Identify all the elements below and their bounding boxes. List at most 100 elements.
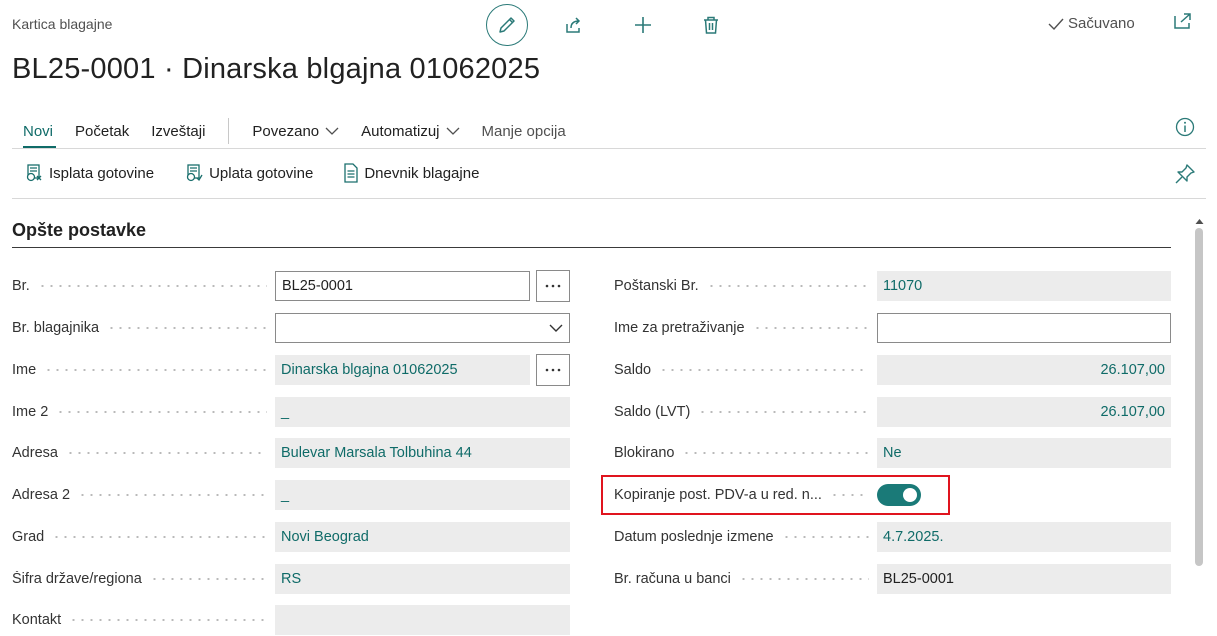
menu-reports[interactable]: Izveštaji: [140, 118, 216, 144]
cash-journal-button[interactable]: Dnevnik blagajne: [343, 163, 479, 183]
menu-home[interactable]: Početak: [64, 118, 140, 144]
leader-dots: [69, 619, 267, 621]
add-icon: [635, 17, 651, 33]
delete-button[interactable]: [690, 4, 732, 46]
field-row-last-modified: Datum poslednje izmene 4.7.2025.: [614, 521, 1171, 553]
bank-account-value[interactable]: BL25-0001: [877, 564, 1171, 594]
number-input[interactable]: BL25-0001: [275, 271, 530, 301]
address2-value[interactable]: _: [275, 480, 570, 510]
scrollbar-thumb[interactable]: [1195, 228, 1203, 566]
leader-dots: [682, 452, 869, 454]
country-code-value[interactable]: RS: [275, 564, 570, 594]
contact-value[interactable]: [275, 605, 570, 635]
caret-up-icon: [1195, 219, 1204, 224]
lookup-button[interactable]: [536, 354, 570, 386]
field-row-address2: Adresa 2 _: [12, 479, 570, 511]
cashier-select[interactable]: [275, 313, 570, 343]
cash-receipt-button[interactable]: Uplata gotovine: [184, 163, 313, 183]
field-label-text: Saldo (LVT): [614, 404, 691, 420]
share-button[interactable]: [553, 4, 595, 46]
last-modified-value[interactable]: 4.7.2025.: [877, 522, 1171, 552]
document-icon: [344, 163, 358, 183]
payment-icon: [26, 164, 42, 182]
field-label-text: Kontakt: [12, 612, 62, 628]
menu-fewer-options-label: Manje opcija: [481, 122, 566, 140]
field-label: Br.: [12, 278, 275, 294]
checkmark-icon: [1048, 18, 1064, 30]
leader-dots: [706, 285, 869, 287]
leader-dots: [52, 536, 267, 538]
field-label-text: Br. blagajnika: [12, 320, 100, 336]
field-label: Adresa: [12, 445, 275, 461]
page-title: BL25-0001 · Dinarska blgajna 01062025: [12, 53, 541, 85]
balance-value[interactable]: 26.107,00: [877, 355, 1171, 385]
field-label: Šifra države/regiona: [12, 571, 275, 587]
cash-journal-label: Dnevnik blagajne: [364, 164, 480, 182]
field-label-text: Br. računa u banci: [614, 571, 731, 587]
field-label-text: Ime za pretraživanje: [614, 320, 745, 336]
field-label: Ime za pretraživanje: [614, 320, 877, 336]
blocked-value[interactable]: Ne: [877, 438, 1171, 468]
field-label-text: Blokirano: [614, 445, 675, 461]
info-icon: [1175, 117, 1195, 137]
ellipsis-icon: [545, 284, 561, 288]
menu-new[interactable]: Novi: [12, 118, 64, 144]
name2-value[interactable]: _: [275, 397, 570, 427]
delete-icon: [704, 16, 718, 34]
field-label: Ime 2: [12, 404, 275, 420]
name-value[interactable]: Dinarska blgajna 01062025: [275, 355, 530, 385]
leader-dots: [698, 411, 869, 413]
menu-new-label: Novi: [23, 122, 54, 140]
postcode-value[interactable]: 11070: [877, 271, 1171, 301]
new-button[interactable]: [622, 4, 664, 46]
field-row-cashier-no: Br. blagajnika: [12, 312, 570, 344]
city-value[interactable]: Novi Beograd: [275, 522, 570, 552]
info-button[interactable]: [1175, 117, 1195, 142]
leader-dots: [56, 411, 267, 413]
field-row-br: Br. BL25-0001: [12, 270, 570, 302]
pin-button[interactable]: [1174, 163, 1196, 190]
menu-reports-label: Izveštaji: [151, 122, 206, 140]
highlight-box: [601, 475, 950, 515]
field-row-name2: Ime 2 _: [12, 396, 570, 428]
field-row-country: Šifra države/regiona RS: [12, 563, 570, 595]
menu-related[interactable]: Povezano: [241, 118, 350, 144]
field-row-blocked: Blokirano Ne: [614, 437, 1171, 469]
field-label-text: Adresa 2: [12, 487, 71, 503]
balance-lcy-value[interactable]: 26.107,00: [877, 397, 1171, 427]
field-label-text: Poštanski Br.: [614, 278, 699, 294]
leader-dots: [78, 494, 267, 496]
menu-fewer-options[interactable]: Manje opcija: [471, 118, 577, 144]
field-label-text: Adresa: [12, 445, 58, 461]
address-value[interactable]: Bulevar Marsala Tolbuhina 44: [275, 438, 570, 468]
lookup-button[interactable]: [536, 270, 570, 302]
share-icon: [566, 17, 581, 33]
field-label-text: Grad: [12, 529, 45, 545]
chevron-down-icon: [325, 127, 339, 135]
field-label: Saldo (LVT): [614, 404, 877, 420]
field-label: Kontakt: [12, 612, 275, 628]
menu-automate[interactable]: Automatizuj: [350, 118, 470, 144]
cash-receipt-label: Uplata gotovine: [209, 164, 314, 182]
promoted-actions: Isplata gotovine Uplata gotovine Dnevnik…: [24, 163, 479, 183]
field-row-postcode: Poštanski Br. 11070: [614, 270, 1171, 302]
field-row-search-name: Ime za pretraživanje: [614, 312, 1171, 344]
divider: [12, 148, 1206, 149]
leader-dots: [65, 452, 267, 454]
leader-dots: [44, 369, 267, 371]
cash-payment-button[interactable]: Isplata gotovine: [24, 163, 154, 183]
menu-related-label: Povezano: [252, 122, 320, 140]
chevron-down-icon: [549, 324, 563, 332]
receipt-icon: [186, 164, 203, 182]
open-in-new-window-button[interactable]: [1173, 12, 1193, 35]
field-row-address: Adresa Bulevar Marsala Tolbuhina 44: [12, 437, 570, 469]
edit-button[interactable]: [486, 4, 528, 46]
section-divider: [12, 247, 1171, 248]
search-name-input[interactable]: [877, 313, 1171, 343]
field-label: Ime: [12, 362, 275, 378]
field-label-text: Ime: [12, 362, 37, 378]
saved-status: Sačuvano: [1048, 15, 1135, 32]
leader-dots: [37, 285, 267, 287]
field-label: Br. blagajnika: [12, 320, 275, 336]
leader-dots: [659, 369, 869, 371]
